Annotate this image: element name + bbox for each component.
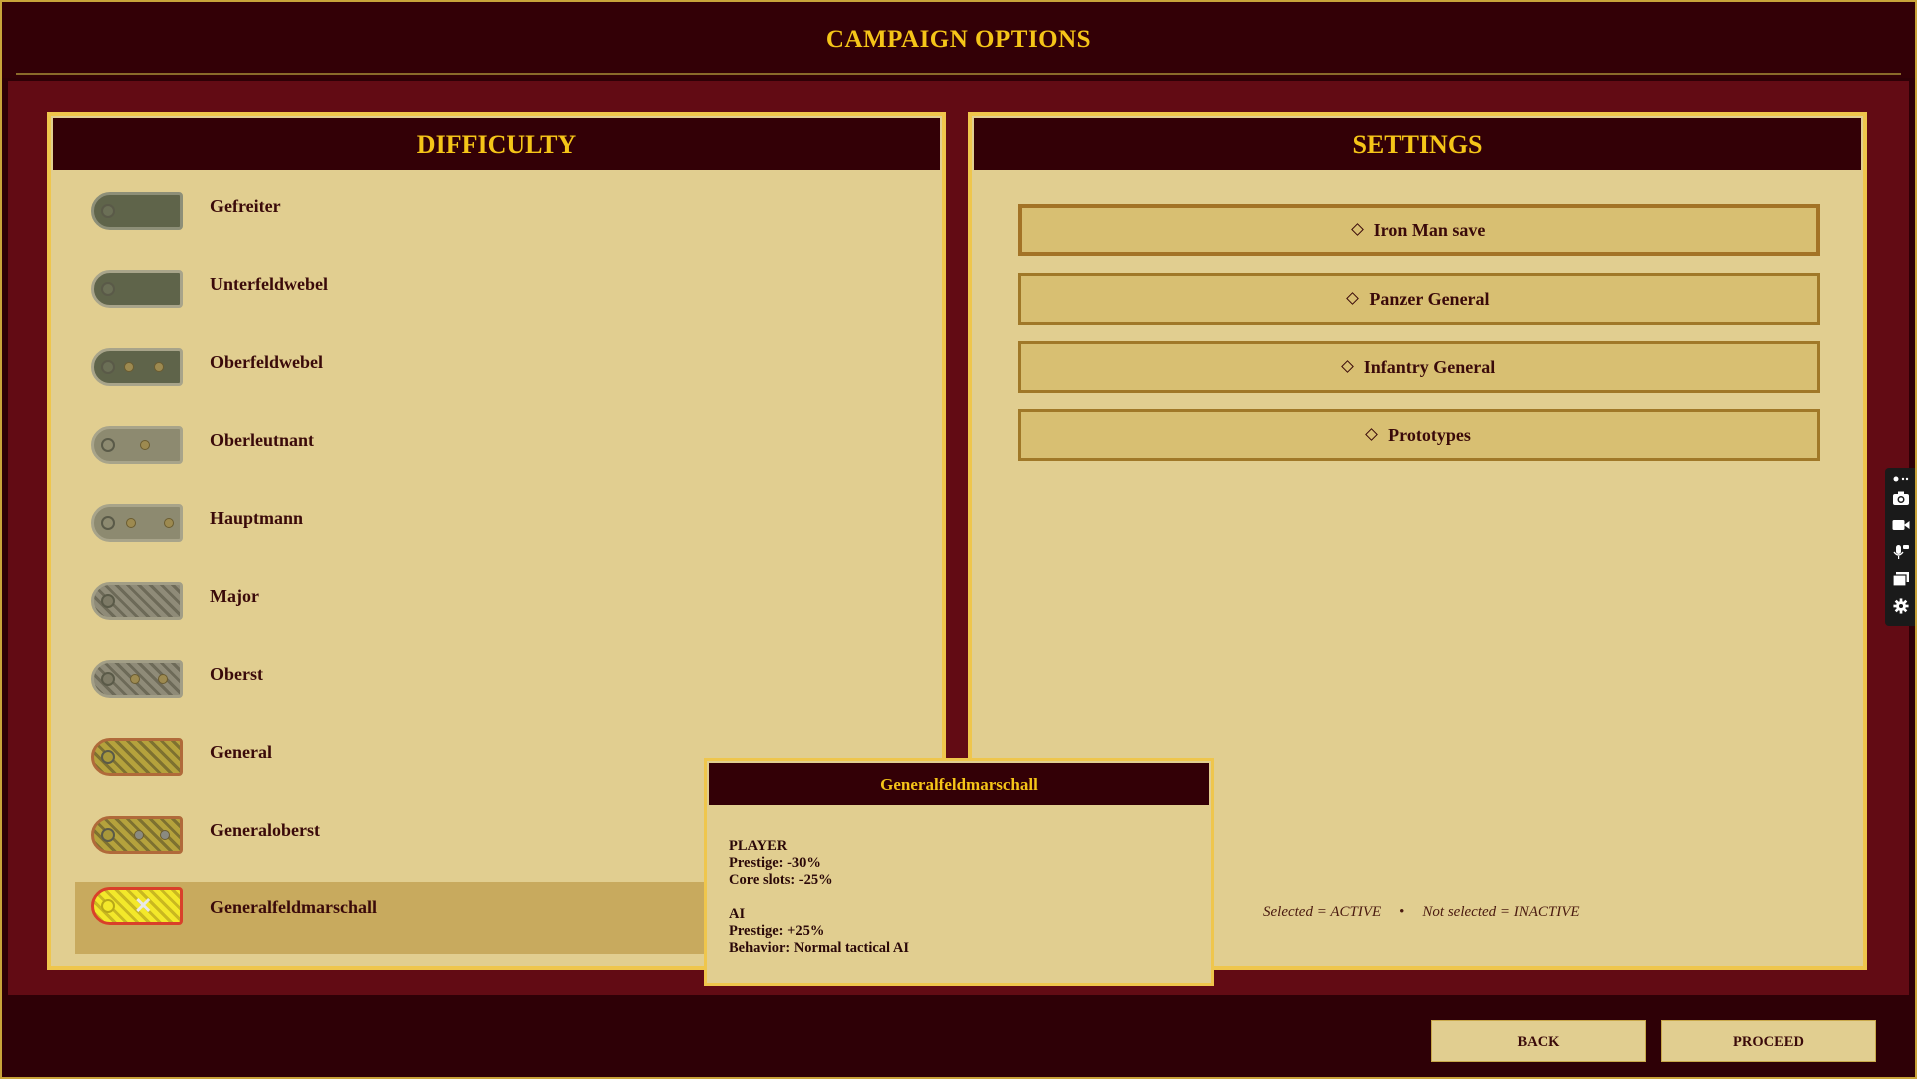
proceed-button[interactable]: PROCEED (1661, 1020, 1876, 1062)
option-label: Iron Man save (1373, 220, 1486, 240)
shoulder-strap-icon (91, 504, 183, 542)
settings-title: SETTINGS (974, 118, 1861, 170)
tooltip-title: Generalfeldmarschall (709, 763, 1209, 805)
rank-oberfeldwebel[interactable]: Oberfeldwebel (75, 330, 765, 402)
tooltip-ai-prestige: Prestige: +25% (729, 923, 825, 939)
legend-active: Selected = ACTIVE (1263, 904, 1382, 920)
rank-tooltip: Generalfeldmarschall PLAYER Prestige: -3… (704, 758, 1214, 986)
video-icon[interactable] (1892, 517, 1910, 533)
rank-general[interactable]: General (75, 720, 765, 792)
diamond-icon (1350, 223, 1364, 237)
tooltip-player-prestige: Prestige: -30% (729, 855, 821, 871)
back-button[interactable]: BACK (1431, 1020, 1646, 1062)
shoulder-strap-icon (91, 660, 183, 698)
tooltip-ai-header: AI (729, 906, 746, 922)
rank-label: Gefreiter (210, 196, 281, 216)
diamond-icon (1365, 428, 1379, 442)
rank-label: Oberfeldwebel (210, 352, 323, 372)
option-infantry-general[interactable]: Infantry General (1018, 341, 1820, 393)
rank-label: Major (210, 586, 259, 606)
rank-label: Generalfeldmarschall (210, 897, 377, 917)
shoulder-strap-icon (91, 348, 183, 386)
legend-inactive: Not selected = INACTIVE (1422, 904, 1580, 920)
tooltip-player-header: PLAYER (729, 838, 788, 854)
title-divider (16, 73, 1901, 75)
rank-oberst[interactable]: Oberst (75, 642, 765, 714)
shoulder-strap-icon (91, 426, 183, 464)
gear-icon[interactable] (1892, 598, 1910, 614)
rank-label: Oberst (210, 664, 263, 684)
shoulder-strap-icon (91, 582, 183, 620)
rank-label: Oberleutnant (210, 430, 315, 450)
rank-generalfeldmarschall[interactable]: ✕ Generalfeldmarschall (75, 882, 765, 954)
shoulder-strap-icon: ✕ (91, 887, 183, 925)
rank-unterfeldwebel[interactable]: Unterfeldwebel (75, 252, 765, 324)
shoulder-strap-icon (91, 738, 183, 776)
capture-toolbar (1885, 468, 1915, 626)
option-prototypes[interactable]: Prototypes (1018, 409, 1820, 461)
rank-label: Unterfeldwebel (210, 274, 328, 294)
rank-oberleutnant[interactable]: Oberleutnant (75, 408, 765, 480)
rank-major[interactable]: Major (75, 564, 765, 636)
shoulder-strap-icon (91, 816, 183, 854)
microphone-icon[interactable] (1892, 544, 1910, 560)
tooltip-ai-behavior: Behavior: Normal tactical AI (729, 940, 910, 956)
tooltip-player-core-slots: Core slots: -25% (729, 872, 833, 888)
window-icon[interactable] (1892, 571, 1910, 587)
option-label: Prototypes (1388, 425, 1471, 445)
shoulder-strap-icon (91, 270, 183, 308)
option-iron-man-save[interactable]: Iron Man save (1018, 204, 1820, 256)
camera-icon[interactable] (1892, 490, 1910, 506)
rank-label: General (210, 742, 272, 762)
page-title: CAMPAIGN OPTIONS (825, 26, 1092, 53)
difficulty-title: DIFFICULTY (53, 118, 940, 170)
edit-icon[interactable] (1892, 474, 1910, 484)
shoulder-strap-icon (91, 192, 183, 230)
rank-generaloberst[interactable]: Generaloberst (75, 798, 765, 870)
settings-legend: Selected = ACTIVE • Not selected = INACTIV… (1263, 904, 1580, 921)
option-panzer-general[interactable]: Panzer General (1018, 273, 1820, 325)
option-label: Infantry General (1363, 357, 1496, 377)
legend-separator: • (1399, 904, 1405, 920)
rank-label: Hauptmann (210, 508, 304, 528)
rank-label: Generaloberst (210, 820, 320, 840)
rank-hauptmann[interactable]: Hauptmann (75, 486, 765, 558)
diamond-icon (1340, 360, 1354, 374)
diamond-icon (1346, 292, 1360, 306)
rank-gefreiter[interactable]: Gefreiter (75, 174, 765, 246)
option-label: Panzer General (1369, 289, 1490, 309)
